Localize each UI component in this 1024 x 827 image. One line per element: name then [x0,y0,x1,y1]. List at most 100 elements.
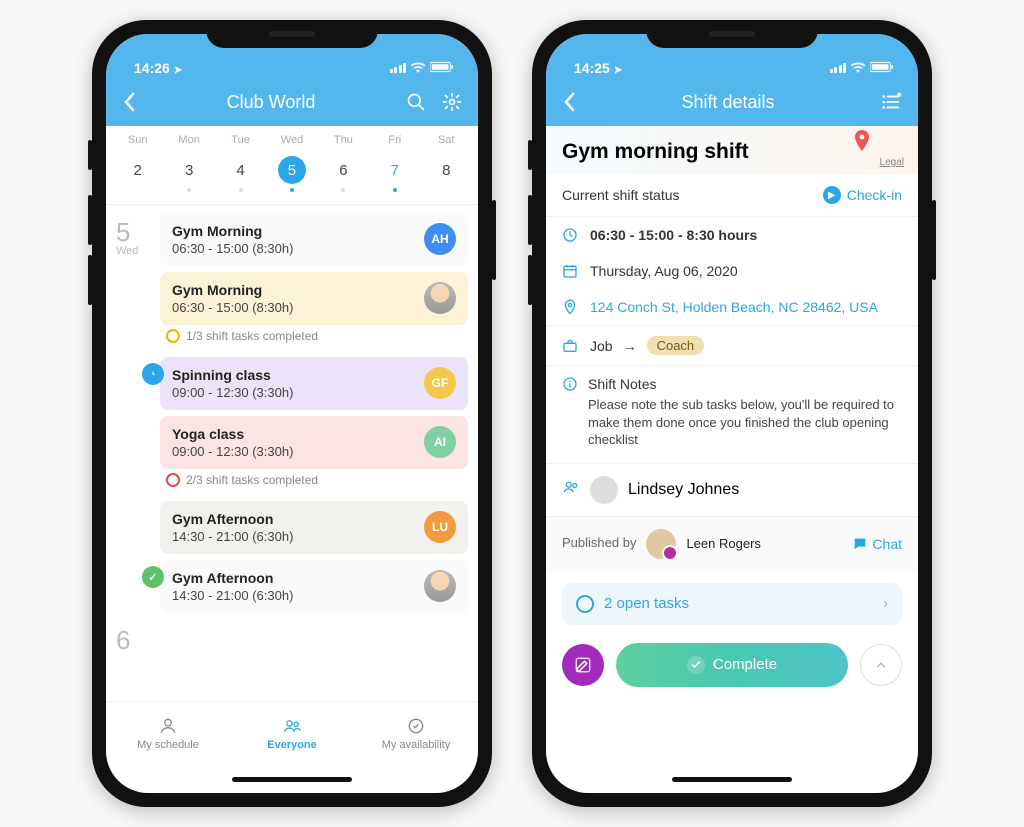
wifi-icon [850,60,866,76]
status-time: 14:25 [574,60,610,76]
progress-ring-icon [166,329,180,343]
week-day[interactable]: Fri7 [369,134,420,194]
shift-title: Yoga class [172,426,414,442]
signal-icon [830,63,847,73]
scroll-up-button[interactable] [860,644,902,686]
date-row: Thursday, Aug 06, 2020 [546,253,918,289]
tab-label: Everyone [267,739,317,751]
assignee-row: Lindsey Johnes [546,464,918,517]
published-by-label: Published by [562,535,636,550]
tab-my-schedule[interactable]: My schedule [106,702,230,765]
shift-time: 06:30 - 15:00 (8:30h) [172,241,414,256]
week-day[interactable]: Sat 8 [421,134,472,194]
legal-link[interactable]: Legal [880,157,904,168]
progress-ring-icon [166,473,180,487]
map-pin-icon [854,130,870,157]
header-title: Club World [136,92,406,113]
open-tasks-bar[interactable]: 2 open tasks › [562,583,902,625]
shift-tasks-progress: 1/3 shift tasks completed [160,325,468,351]
avatar: AI [424,426,456,458]
tab-label: My schedule [137,739,199,751]
day-of-week: Sun [112,134,163,146]
avatar [590,476,618,504]
week-day[interactable]: Thu 6 [318,134,369,194]
avatar [424,570,456,602]
tab-bar: My schedule Everyone My availability [106,701,478,765]
notch [206,20,378,48]
shift-list[interactable]: 5 Wed Gym Morning06:30 - 15:00 (8:30h)AH… [106,205,478,701]
settings-button[interactable] [442,92,462,112]
day-of-week: Sat [421,134,472,146]
day-number: 3 [175,156,203,184]
shift-time: 09:00 - 12:30 (3:30h) [172,444,414,459]
shift-card[interactable]: Spinning class09:00 - 12:30 (3:30h)GF [160,357,468,410]
complete-button[interactable]: Complete [616,643,848,687]
back-button[interactable] [122,92,136,112]
time-row: 06:30 - 15:00 - 8:30 hours [546,217,918,253]
job-row: Job → Coach [546,326,918,366]
notes-body: Please note the sub tasks below, you'll … [588,396,902,449]
avatar: GF [424,367,456,399]
location-icon: ➤ [614,65,622,76]
check-icon [687,656,705,674]
week-day[interactable]: Tue4 [215,134,266,194]
chat-button[interactable]: Chat [852,536,902,552]
home-indicator [106,765,478,793]
app-header: Shift details [546,78,918,126]
search-button[interactable] [406,92,426,112]
date-value: Thursday, Aug 06, 2020 [590,263,738,279]
day-number: 7 [381,156,409,184]
list-icon-button[interactable] [880,92,902,112]
arrow-icon: → [623,338,637,354]
tab-everyone[interactable]: Everyone [230,702,354,765]
notes-label: Shift Notes [588,376,902,392]
day-of-week: Thu [318,134,369,146]
day-number: 5 [278,156,306,184]
info-icon [562,376,578,397]
phone-left: 14:26 ➤ Club World [92,20,492,807]
week-day[interactable]: Mon3 [163,134,214,194]
tab-label: My availability [382,739,450,751]
app-header: Club World [106,78,478,126]
signal-icon [390,63,407,73]
address-row[interactable]: 124 Conch St, Holden Beach, NC 28462, US… [546,289,918,326]
chevron-right-icon: › [883,595,888,612]
tasks-label: 2 open tasks [604,595,689,612]
shift-card[interactable]: Yoga class 09:00 - 12:30 (3:30h) AI [160,416,468,469]
shift-status-row: Current shift status ▶ Check-in [546,174,918,217]
back-button[interactable] [562,92,576,112]
shift-card[interactable]: ✓Gym Afternoon14:30 - 21:00 (6:30h) [160,560,468,613]
publisher-name: Leen Rogers [686,536,760,551]
day-number: 8 [432,156,460,184]
day-number: 4 [227,156,255,184]
calendar-icon [562,263,580,279]
progress-ring-icon [576,595,594,613]
checkin-button[interactable]: ▶ Check-in [823,186,902,204]
header-title: Shift details [576,92,880,113]
shift-detail-scroll[interactable]: Gym morning shift Legal Current shift st… [546,126,918,765]
tab-availability[interactable]: My availability [354,702,478,765]
day-number: 6 [329,156,357,184]
day-label: 5 Wed [116,213,160,613]
avatar: AH [424,223,456,255]
published-row: Published by Leen Rogers Chat [546,517,918,571]
shift-title: Gym morning shift [562,140,902,164]
job-label: Job [590,338,613,354]
shift-card[interactable]: Gym Morning06:30 - 15:00 (8:30h)AH [160,213,468,266]
job-pill: Coach [647,336,705,355]
avatar [646,529,676,559]
pin-icon [562,299,580,315]
week-day[interactable]: Sun2 [112,134,163,194]
week-day[interactable]: Wed5 [266,134,317,194]
shift-card[interactable]: Gym Afternoon14:30 - 21:00 (6:30h)LU [160,501,468,554]
home-indicator [546,765,918,793]
assignee-name: Lindsey Johnes [628,481,739,499]
check-badge-icon: ✓ [142,566,164,588]
notch [646,20,818,48]
shift-title: Gym Morning [172,282,414,298]
shift-title: Spinning class [172,367,414,383]
shift-card[interactable]: Gym Morning06:30 - 15:00 (8:30h) [160,272,468,325]
shift-status-label: Current shift status [562,187,680,203]
edit-button[interactable] [562,644,604,686]
battery-icon [430,60,454,76]
